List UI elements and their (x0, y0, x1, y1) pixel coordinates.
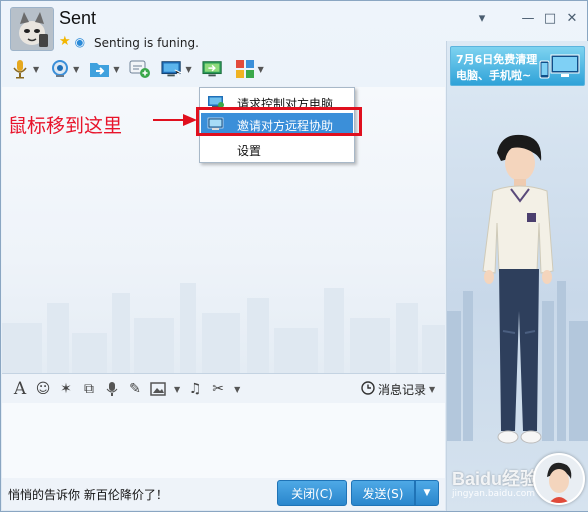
chevron-down-icon[interactable]: ▼ (33, 65, 39, 74)
microphone-icon (9, 58, 31, 80)
screen-share-icon (202, 58, 224, 80)
apps-button[interactable]: ▼ (234, 58, 264, 80)
red-arrow-icon (153, 114, 197, 126)
star-icon[interactable]: ★ (59, 35, 71, 49)
chevron-down-icon[interactable]: ▼ (73, 65, 79, 74)
magic-icon[interactable]: ✶ (57, 380, 75, 398)
emoji-icon[interactable]: ☺ (34, 380, 52, 398)
voice-button[interactable]: ▼ (9, 58, 39, 80)
voice-message-icon[interactable] (103, 380, 121, 398)
watermark-text: Baidu经验 (452, 469, 539, 489)
history-label: 消息记录 (378, 383, 427, 397)
contact-avatar[interactable] (10, 7, 54, 51)
close-button[interactable]: 关闭(C) (277, 480, 347, 506)
minimize-icon[interactable]: — (517, 9, 539, 27)
menu-item-settings[interactable]: 设置 (201, 138, 353, 160)
scissors-icon[interactable]: ✂ (209, 380, 227, 398)
contact-signature: Senting is funing. (94, 36, 199, 50)
computer-phone-icon (539, 53, 581, 84)
chevron-down-icon[interactable]: ▼ (234, 385, 240, 394)
clock-icon (361, 381, 375, 398)
side-panel: 7月6日免费清理 电脑、手机啦~ Baidu经验 jingyan.baidu.c… (446, 41, 588, 511)
annotation-highlight-box (196, 107, 362, 136)
ad-banner[interactable]: 7月6日免费清理 电脑、手机啦~ (450, 46, 585, 86)
add-chat-button[interactable] (129, 58, 151, 80)
message-input[interactable] (2, 403, 445, 478)
chevron-down-icon: ▼ (429, 385, 436, 394)
font-icon[interactable]: A (11, 379, 29, 399)
ad-text-link[interactable]: 悄悄的告诉你 新百伦降价了！ (8, 486, 168, 503)
dropdown-icon[interactable]: ▾ (471, 9, 493, 27)
chevron-down-icon[interactable]: ▼ (174, 385, 180, 394)
camera-icon (49, 58, 71, 80)
city-background-image (2, 283, 445, 373)
chat-toolbar: ▼ ▼ ▼ ▼ ▼ (9, 57, 274, 81)
contact-name: Sent (59, 8, 97, 28)
video-button[interactable]: ▼ (49, 58, 79, 80)
music-icon[interactable]: ♫ (186, 380, 204, 398)
file-transfer-button[interactable]: ▼ (89, 58, 119, 80)
message-history-button[interactable]: 消息记录 ▼ (361, 381, 435, 398)
baidu-avatar[interactable] (533, 453, 585, 505)
remote-assistance-icon (161, 58, 184, 80)
send-button[interactable]: 发送(S) (351, 480, 415, 506)
bottom-bar: 悄悄的告诉你 新百伦降价了！ 关闭(C) 发送(S) ▼ (2, 478, 445, 510)
file-transfer-icon (89, 58, 111, 80)
status-icons: ★ ◉ (59, 35, 85, 50)
send-options-button[interactable]: ▼ (415, 480, 439, 506)
edit-icon[interactable]: ✎ (126, 380, 144, 398)
format-toolbar: A ☺ ✶ ⧉ ✎ ▼ ♫ ✂ ▼ 消息记录 ▼ (2, 373, 445, 404)
chevron-down-icon[interactable]: ▼ (113, 65, 119, 74)
image-icon[interactable] (149, 380, 167, 398)
qq-status-icon[interactable]: ◉ (75, 35, 85, 49)
chevron-down-icon[interactable]: ▼ (185, 65, 191, 74)
shake-icon[interactable]: ⧉ (80, 380, 98, 398)
close-icon[interactable]: ✕ (561, 9, 583, 27)
watermark-url: jingyan.baidu.com (452, 489, 536, 499)
ad-line-2: 电脑、手机啦~ (456, 69, 532, 82)
window-controls: ▾ — □ ✕ (471, 9, 583, 27)
menu-item-label: 设置 (237, 144, 262, 158)
apps-icon (234, 58, 256, 80)
chat-window: Sent ★ ◉ Senting is funing. ▾ — □ ✕ ▼ ▼ (0, 0, 588, 512)
chevron-down-icon[interactable]: ▼ (258, 65, 264, 74)
annotation-text: 鼠标移到这里 (8, 115, 123, 137)
chevron-down-icon: ▼ (423, 488, 431, 498)
maximize-icon[interactable]: □ (539, 9, 561, 27)
add-chat-icon (129, 58, 151, 80)
remote-assistance-button[interactable]: ▼ (161, 58, 192, 80)
screen-share-button[interactable] (202, 58, 224, 80)
show-character-image (482, 134, 554, 444)
ad-line-1: 7月6日免费清理 (456, 53, 538, 66)
